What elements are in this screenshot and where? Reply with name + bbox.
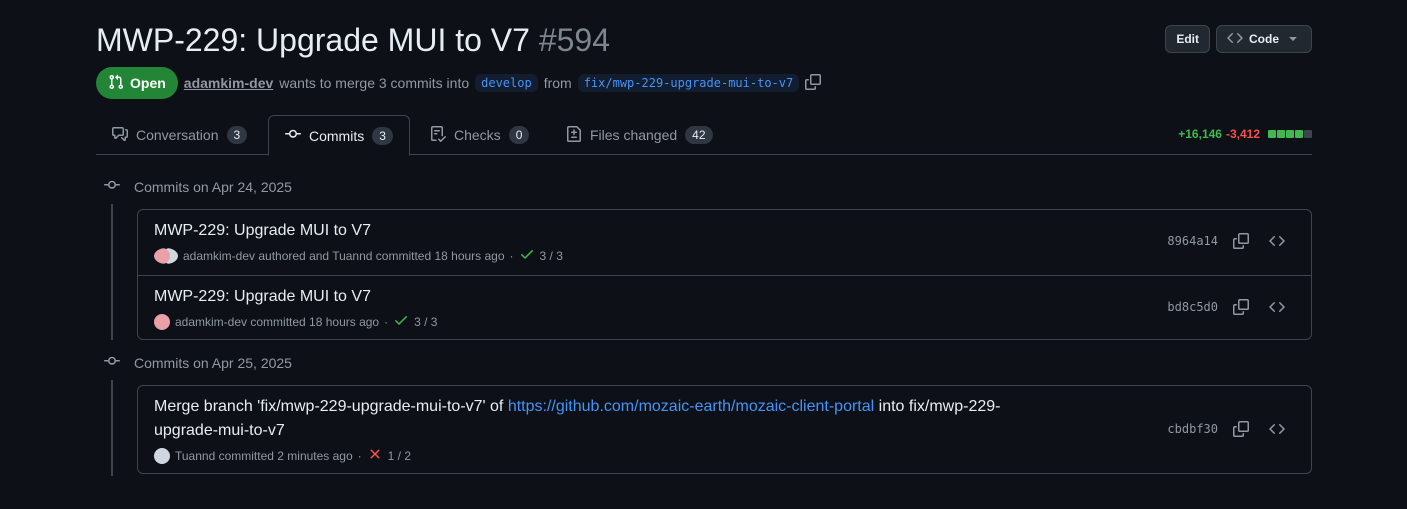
avatar[interactable] [154, 313, 170, 330]
avatar[interactable] [154, 247, 178, 264]
file-diff-icon [566, 125, 582, 145]
commit-meta: Tuannd committed 2 minutes ago · 1 / 2 [154, 446, 411, 465]
tab-commits[interactable]: Commits 3 [268, 115, 410, 156]
commit-meta: adamkim-dev committed 18 hours ago · 3 /… [154, 312, 437, 331]
commit-sha[interactable]: bd8c5d0 [1167, 300, 1218, 314]
x-icon[interactable] [367, 446, 383, 465]
diffstat-block-added [1268, 130, 1276, 138]
tab-label: Conversation [136, 127, 219, 143]
commit-sha[interactable]: 8964a14 [1167, 234, 1218, 248]
tab-label: Files changed [590, 127, 678, 143]
commit-message-text: Merge branch 'fix/mwp-229-upgrade-mui-to… [154, 398, 504, 415]
code-icon [1269, 233, 1285, 252]
base-branch[interactable]: develop [475, 74, 538, 92]
pr-header: MWP-229: Upgrade MUI to V7 #594 Edit Cod… [96, 20, 1312, 64]
separator: · [384, 314, 389, 329]
diffstat-additions: +16,146 [1178, 127, 1222, 141]
diffstat-block-neutral [1304, 130, 1312, 138]
status-badge: Open [96, 67, 178, 99]
browse-code-button[interactable] [1265, 296, 1289, 320]
head-branch[interactable]: fix/mwp-229-upgrade-mui-to-v7 [577, 74, 800, 92]
check-status[interactable]: 1 / 2 [388, 449, 411, 463]
tab-label: Checks [454, 127, 501, 143]
commit-message-text: upgrade-mui-to-v7 [154, 422, 285, 439]
copy-sha-button[interactable] [1229, 418, 1253, 442]
code-icon [1269, 421, 1285, 440]
timeline-line [111, 204, 113, 340]
edit-button-label: Edit [1176, 32, 1199, 46]
check-status[interactable]: 3 / 3 [540, 249, 563, 263]
diffstat-block-added [1295, 130, 1303, 138]
from-label: from [543, 75, 572, 91]
commit-row: MWP-229: Upgrade MUI to V7 adamkim-dev c… [138, 275, 1311, 339]
commit-message[interactable]: Merge branch 'fix/mwp-229-upgrade-mui-to… [154, 395, 1114, 443]
tab-conversation[interactable]: Conversation 3 [96, 115, 263, 155]
check-status[interactable]: 3 / 3 [414, 315, 437, 329]
check-icon[interactable] [519, 246, 535, 265]
commit-group-date: Commits on Apr 24, 2025 [134, 178, 292, 195]
commit-list: MWP-229: Upgrade MUI to V7 adamkim-dev a… [137, 209, 1312, 340]
tab-counter: 42 [685, 126, 713, 144]
git-commit-icon [104, 353, 120, 372]
tab-counter: 3 [372, 126, 393, 145]
diffstat-block-added [1277, 130, 1285, 138]
commit-group-heading: Commits on Apr 25, 2025 [104, 353, 292, 372]
copy-icon [1233, 232, 1249, 252]
commit-meta: adamkim-dev authored and Tuannd committe… [154, 246, 563, 265]
repo-link[interactable]: https://github.com/mozaic-earth/mozaic-c… [508, 398, 874, 415]
diffstat-block-added [1286, 130, 1294, 138]
commit-meta-text: Tuannd committed 2 minutes ago [175, 448, 353, 463]
commit-meta-text: adamkim-dev authored and Tuannd committe… [183, 248, 505, 263]
edit-button[interactable]: Edit [1165, 25, 1210, 53]
git-commit-icon [285, 126, 301, 145]
tab-checks[interactable]: Checks 0 [414, 115, 545, 155]
pr-tabs: Conversation 3 Commits 3 Checks 0 Files … [96, 115, 1312, 156]
triangle-down-icon [1285, 30, 1301, 49]
commit-meta-text: adamkim-dev committed 18 hours ago [175, 314, 380, 329]
copy-icon [1233, 420, 1249, 440]
git-commit-icon [104, 177, 120, 196]
separator: · [509, 248, 514, 263]
commit-sha[interactable]: cbdbf30 [1167, 422, 1218, 436]
code-icon [1269, 299, 1285, 318]
copy-icon [1233, 298, 1249, 318]
avatar[interactable] [154, 447, 170, 464]
copy-sha-button[interactable] [1229, 296, 1253, 320]
code-button-label: Code [1249, 32, 1279, 46]
git-pull-request-icon [108, 74, 124, 93]
copy-sha-button[interactable] [1229, 230, 1253, 254]
commit-row: Merge branch 'fix/mwp-229-upgrade-mui-to… [138, 386, 1311, 473]
pr-title: MWP-229: Upgrade MUI to V7 [96, 22, 530, 58]
browse-code-button[interactable] [1265, 230, 1289, 254]
commit-message[interactable]: MWP-229: Upgrade MUI to V7 [154, 285, 371, 309]
diffstat: +16,146 -3,412 [1178, 127, 1312, 141]
commit-group-heading: Commits on Apr 24, 2025 [104, 177, 292, 196]
pr-number: #594 [538, 22, 611, 58]
comment-discussion-icon [112, 126, 128, 145]
browse-code-button[interactable] [1265, 418, 1289, 442]
author-link[interactable]: adamkim-dev [184, 75, 273, 91]
commit-message-text: into fix/mwp-229- [878, 398, 1001, 415]
commit-list: Merge branch 'fix/mwp-229-upgrade-mui-to… [137, 385, 1312, 474]
pr-meta: Open adamkim-dev wants to merge 3 commit… [96, 67, 822, 99]
tab-counter: 0 [508, 126, 530, 144]
checklist-icon [430, 125, 447, 145]
commit-row: MWP-229: Upgrade MUI to V7 adamkim-dev a… [138, 210, 1311, 275]
code-button[interactable]: Code [1216, 25, 1312, 53]
tab-label: Commits [309, 127, 365, 144]
code-icon [1227, 30, 1243, 49]
timeline-line [111, 380, 113, 476]
tab-files-changed[interactable]: Files changed 42 [550, 115, 729, 155]
copy-icon[interactable] [805, 73, 822, 93]
merge-summary: wants to merge 3 commits into [279, 75, 470, 91]
status-label: Open [130, 75, 166, 91]
check-icon[interactable] [393, 312, 409, 331]
page-title: MWP-229: Upgrade MUI to V7 #594 [96, 20, 1312, 60]
commit-message[interactable]: MWP-229: Upgrade MUI to V7 [154, 219, 371, 243]
separator: · [357, 448, 362, 463]
diffstat-blocks [1268, 130, 1312, 138]
diffstat-deletions: -3,412 [1225, 127, 1260, 141]
commit-group-date: Commits on Apr 25, 2025 [134, 354, 292, 371]
tab-counter: 3 [226, 126, 248, 144]
